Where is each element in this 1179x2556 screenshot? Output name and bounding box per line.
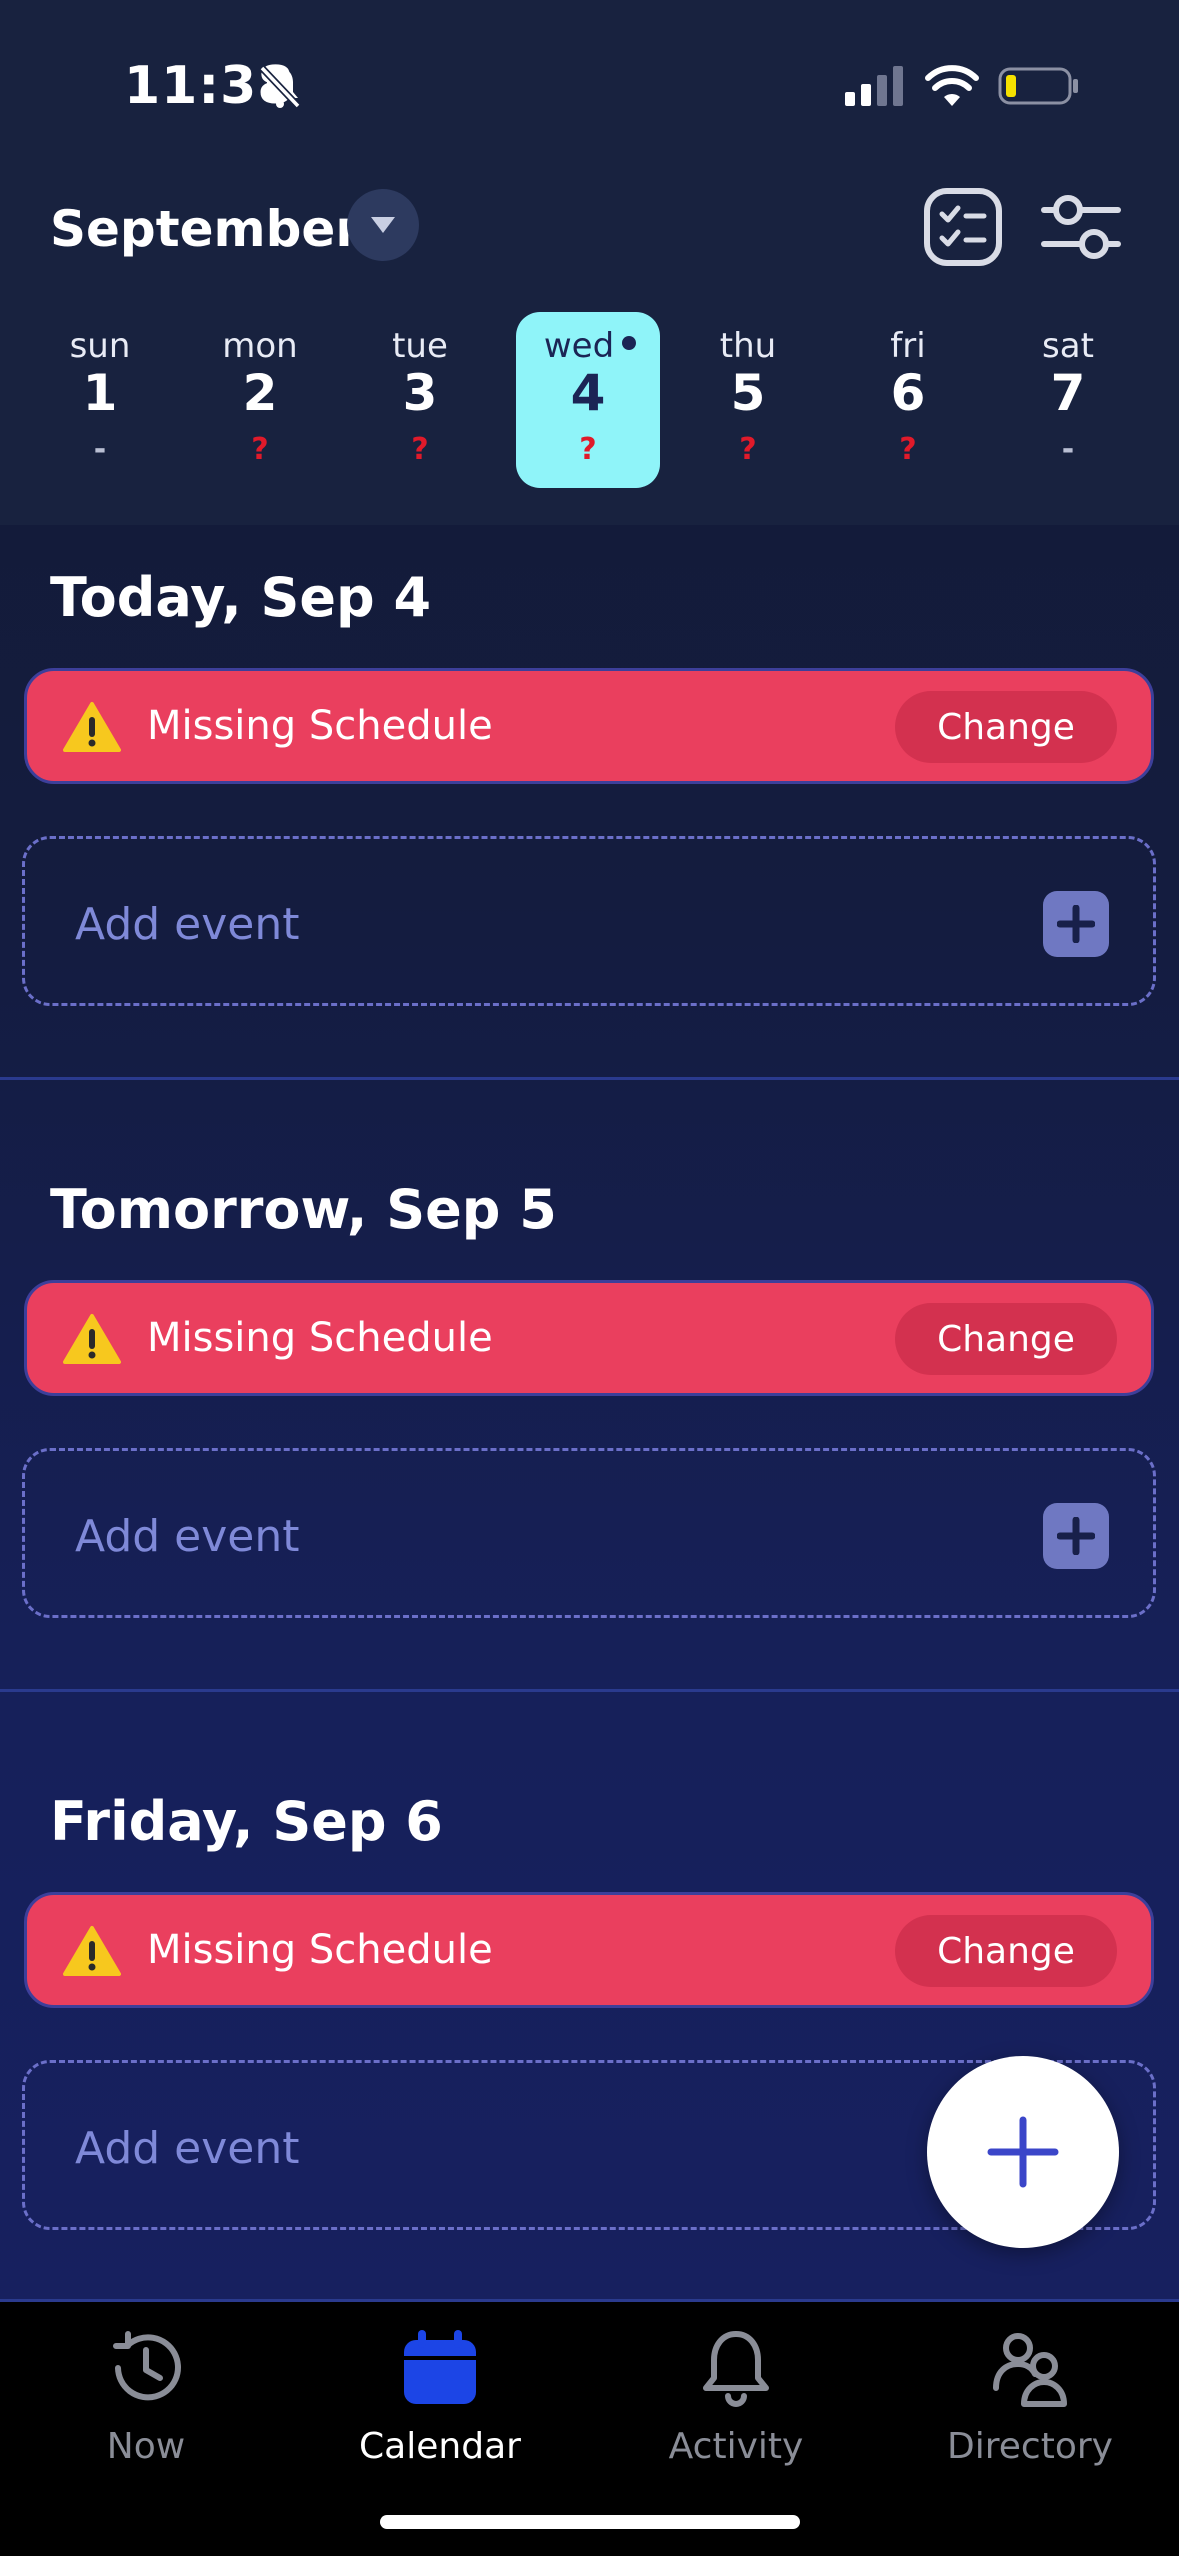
today-indicator-dot <box>622 336 636 350</box>
day-sat[interactable]: sat 7 - <box>996 312 1140 488</box>
week-strip: sun 1 - mon 2 ? tue 3 ? wed 4 ? thu 5 ? … <box>28 312 1154 492</box>
missing-schedule-alert[interactable]: Missing Schedule Change <box>24 668 1154 784</box>
tab-label: Activity <box>668 2426 804 2467</box>
day-number: 4 <box>570 364 606 422</box>
day-name: thu <box>719 326 777 366</box>
change-button[interactable]: Change <box>895 1303 1117 1375</box>
warning-icon <box>63 702 121 752</box>
day-number: 2 <box>242 364 278 422</box>
plus-icon <box>1057 905 1095 943</box>
missing-schedule-alert[interactable]: Missing Schedule Change <box>24 1892 1154 2008</box>
tab-directory[interactable]: Directory <box>900 2326 1160 2467</box>
bell-icon <box>703 2331 769 2407</box>
day-name: sat <box>1042 326 1094 366</box>
tab-now[interactable]: Now <box>16 2326 276 2467</box>
section-divider <box>0 1689 1179 1692</box>
day-status: ? <box>411 432 429 467</box>
calendar-icon <box>404 2330 476 2404</box>
day-name: tue <box>392 326 448 366</box>
add-event-button[interactable] <box>1043 1503 1109 1569</box>
home-indicator <box>380 2515 800 2529</box>
day-fri[interactable]: fri 6 ? <box>836 312 980 488</box>
day-sun[interactable]: sun 1 - <box>28 312 172 488</box>
change-button[interactable]: Change <box>895 691 1117 763</box>
tab-label: Directory <box>947 2426 1113 2467</box>
filter-sliders-icon[interactable] <box>1040 186 1122 268</box>
add-event-card[interactable]: Add event <box>22 1448 1156 1618</box>
tab-label: Now <box>106 2426 186 2467</box>
month-title[interactable]: September <box>50 200 360 258</box>
alert-text: Missing Schedule <box>147 1927 493 1973</box>
day-mon[interactable]: mon 2 ? <box>188 312 332 488</box>
day-name: fri <box>890 326 926 366</box>
people-icon <box>993 2333 1067 2407</box>
day-tue[interactable]: tue 3 ? <box>348 312 492 488</box>
month-dropdown-button[interactable] <box>347 189 419 261</box>
day-name: sun <box>69 326 131 366</box>
day-number: 3 <box>402 364 438 422</box>
section-title: Tomorrow, Sep 5 <box>50 1178 557 1241</box>
day-number: 5 <box>730 364 766 422</box>
plus-icon <box>987 2116 1059 2188</box>
add-event-card[interactable]: Add event <box>22 836 1156 1006</box>
day-status: ? <box>251 432 269 467</box>
plus-icon <box>1057 1517 1095 1555</box>
add-event-label: Add event <box>75 2123 300 2174</box>
cellular-signal-icon <box>845 66 903 106</box>
section-divider <box>0 1077 1179 1080</box>
day-status: ? <box>899 432 917 467</box>
add-event-label: Add event <box>75 899 300 950</box>
add-event-label: Add event <box>75 1511 300 1562</box>
day-number: 7 <box>1050 364 1086 422</box>
section-title: Friday, Sep 6 <box>50 1790 443 1853</box>
missing-schedule-alert[interactable]: Missing Schedule Change <box>24 1280 1154 1396</box>
section-title: Today, Sep 4 <box>50 566 432 629</box>
day-status: - <box>93 432 107 467</box>
warning-icon <box>63 1926 121 1976</box>
silent-bell-icon <box>259 65 301 109</box>
day-status: ? <box>739 432 757 467</box>
chevron-down-icon <box>371 217 395 233</box>
tab-activity[interactable]: Activity <box>606 2326 866 2467</box>
alert-text: Missing Schedule <box>147 1315 493 1361</box>
floating-add-button[interactable] <box>927 2056 1119 2248</box>
day-name: wed <box>543 326 615 366</box>
tab-label: Calendar <box>359 2426 521 2467</box>
battery-icon <box>998 67 1078 105</box>
checklist-icon[interactable] <box>922 186 1004 268</box>
day-status: ? <box>579 432 597 467</box>
clock-icon <box>113 2331 181 2401</box>
day-number: 6 <box>890 364 926 422</box>
change-button[interactable]: Change <box>895 1915 1117 1987</box>
wifi-icon <box>925 65 979 106</box>
warning-icon <box>63 1314 121 1364</box>
day-name: mon <box>222 326 298 366</box>
add-event-button[interactable] <box>1043 891 1109 957</box>
day-number: 1 <box>82 364 118 422</box>
tab-calendar[interactable]: Calendar <box>310 2326 570 2467</box>
alert-text: Missing Schedule <box>147 703 493 749</box>
day-thu[interactable]: thu 5 ? <box>676 312 820 488</box>
day-wed-selected[interactable]: wed 4 ? <box>516 312 660 488</box>
day-status: - <box>1061 432 1075 467</box>
